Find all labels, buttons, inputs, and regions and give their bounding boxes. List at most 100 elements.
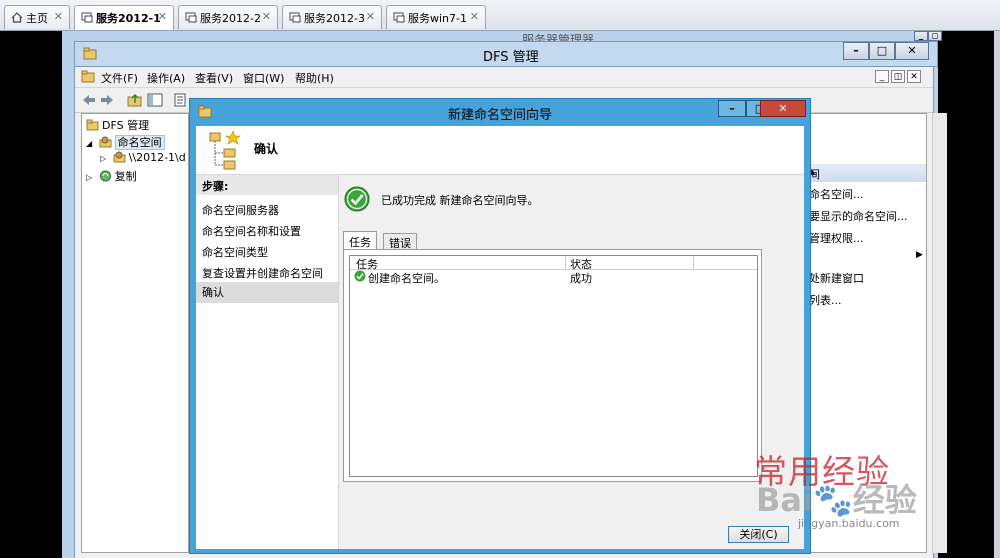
collapse-arrow-icon[interactable]: ▷ bbox=[100, 154, 106, 163]
show-hide-tree-icon[interactable] bbox=[147, 92, 163, 108]
tab-label: 服务win7-1 bbox=[408, 12, 467, 25]
collapse-up-icon[interactable]: ▲ bbox=[809, 167, 922, 176]
tree-label: 复制 bbox=[114, 170, 137, 183]
wizard-steps-pane: 步骤: 命名空间服务器 命名空间名称和设置 命名空间类型 复查设置并创建命名空间… bbox=[196, 175, 339, 549]
namespace-root-icon bbox=[113, 151, 126, 163]
menu-window[interactable]: 窗口(W) bbox=[243, 70, 284, 86]
remote-desktop-icon bbox=[289, 12, 301, 23]
namespace-icon bbox=[99, 136, 112, 148]
mdi-minimize-button[interactable]: _ bbox=[875, 70, 889, 83]
dfs-title-bar[interactable]: DFS 管理 – □ ✕ bbox=[74, 41, 938, 67]
success-message: 已成功完成 新建命名空间向导。 bbox=[381, 194, 539, 207]
browser-scrollbar[interactable] bbox=[994, 31, 1000, 558]
remote-desktop-icon bbox=[81, 12, 93, 23]
maximize-button[interactable]: □ bbox=[869, 42, 895, 60]
action-new-window[interactable]: 处新建窗口 bbox=[809, 270, 864, 286]
tree-item-namespaces[interactable]: ◢ 命名空间 bbox=[86, 134, 165, 150]
wizard-close-button[interactable]: ✕ bbox=[760, 100, 806, 117]
menu-bar: 文件(F) 操作(A) 查看(V) 窗口(W) 帮助(H) _ ◫ ✕ bbox=[75, 67, 933, 87]
table-row[interactable]: 创建命名空间。 成功 bbox=[350, 270, 757, 285]
step-namespace-server[interactable]: 命名空间服务器 bbox=[202, 202, 279, 218]
tab-label: 服务2012-3 bbox=[304, 12, 365, 25]
namespace-tree-icon bbox=[206, 129, 242, 171]
action-add-namespace-to-display[interactable]: 要显示的命名空间... bbox=[809, 208, 908, 224]
action-new-namespace[interactable]: 命名空间... bbox=[809, 186, 864, 202]
mdi-close-button[interactable]: ✕ bbox=[907, 70, 921, 83]
tab-close-icon[interactable]: ✕ bbox=[366, 10, 375, 23]
mmc-icon bbox=[81, 70, 95, 86]
dfs-window-title: DFS 管理 bbox=[483, 50, 539, 65]
remote-desktop-icon bbox=[185, 12, 197, 23]
menu-help[interactable]: 帮助(H) bbox=[295, 70, 334, 86]
tree-label: \\2012-1\d bbox=[128, 151, 186, 164]
bg-minimize-button[interactable]: _ bbox=[914, 31, 928, 41]
wizard-title: 新建命名空间向导 bbox=[448, 108, 553, 123]
menu-action[interactable]: 操作(A) bbox=[147, 70, 185, 86]
new-namespace-wizard: 新建命名空间向导 – □ ✕ 确认 步骤: 命名空间服务器 命名空间名称和设置 … bbox=[189, 98, 811, 554]
tab-close-icon[interactable]: ✕ bbox=[262, 10, 271, 23]
tab-server-win7-1[interactable]: 服务win7-1 ✕ bbox=[386, 5, 486, 29]
tasks-list: 任务 状态 创建命名空间。 成功 bbox=[349, 255, 758, 477]
column-separator[interactable] bbox=[693, 256, 694, 269]
tab-tasks[interactable]: 任务 bbox=[343, 231, 377, 249]
tab-label: 服务2012-1 bbox=[96, 12, 161, 25]
actions-header[interactable]: 间 ▲ bbox=[808, 164, 926, 182]
task-cell: 创建命名空间。 bbox=[368, 272, 445, 285]
tab-server-2012-1[interactable]: 服务2012-1 ✕ bbox=[74, 5, 174, 30]
wizard-header: 确认 bbox=[196, 126, 804, 175]
tree-label: DFS 管理 bbox=[102, 119, 150, 132]
menu-view[interactable]: 查看(V) bbox=[195, 70, 233, 86]
bg-restore-button[interactable]: ◻ bbox=[928, 31, 942, 41]
steps-header: 步骤: bbox=[196, 175, 338, 195]
step-review-create[interactable]: 复查设置并创建命名空间 bbox=[202, 265, 323, 281]
export-list-icon[interactable] bbox=[173, 92, 189, 108]
dfs-app-icon bbox=[83, 47, 97, 60]
tree-label: 命名空间 bbox=[114, 135, 165, 150]
home-icon bbox=[11, 12, 23, 23]
tab-label: 主页 bbox=[26, 12, 48, 25]
tab-home[interactable]: 主页 ✕ bbox=[4, 5, 70, 29]
step-namespace-type[interactable]: 命名空间类型 bbox=[202, 244, 268, 260]
tab-close-icon[interactable]: ✕ bbox=[54, 10, 63, 23]
tab-errors[interactable]: 错误 bbox=[383, 233, 417, 250]
remote-letterbox-left bbox=[0, 31, 62, 558]
tab-server-2012-2[interactable]: 服务2012-2 ✕ bbox=[178, 5, 278, 29]
column-separator[interactable] bbox=[565, 256, 566, 269]
tab-label: 服务2012-2 bbox=[200, 12, 261, 25]
remote-desktop-icon bbox=[393, 12, 405, 23]
wizard-client-area: 确认 步骤: 命名空间服务器 命名空间名称和设置 命名空间类型 复查设置并创建命… bbox=[196, 126, 804, 549]
minimize-button[interactable]: – bbox=[843, 42, 869, 60]
tab-close-icon[interactable]: ✕ bbox=[470, 10, 479, 23]
close-button[interactable]: ✕ bbox=[895, 42, 929, 60]
wizard-minimize-button[interactable]: – bbox=[718, 100, 746, 117]
step-confirmation[interactable]: 确认 bbox=[196, 282, 338, 303]
tab-close-icon[interactable]: ✕ bbox=[158, 10, 167, 23]
action-delegate-permissions[interactable]: 管理权限... bbox=[809, 230, 864, 246]
step-namespace-name-settings[interactable]: 命名空间名称和设置 bbox=[202, 223, 301, 239]
forward-arrow-icon[interactable] bbox=[99, 92, 115, 108]
up-folder-icon[interactable] bbox=[127, 92, 143, 108]
watermark-brand-latin: Bai bbox=[756, 481, 813, 519]
tree-item-dfs-management[interactable]: DFS 管理 bbox=[86, 117, 149, 133]
action-export-list[interactable]: 列表... bbox=[809, 292, 842, 308]
steps-header-label: 步骤: bbox=[202, 180, 229, 193]
status-cell: 成功 bbox=[570, 272, 592, 285]
back-arrow-icon[interactable] bbox=[81, 92, 97, 108]
wizard-app-icon bbox=[198, 105, 212, 118]
remote-letterbox-right bbox=[938, 31, 1000, 558]
watermark-brand: Bai🐾经验 bbox=[756, 481, 917, 519]
replication-icon bbox=[99, 170, 112, 182]
console-tree: DFS 管理 ◢ 命名空间 ▷ \\2012-1\d ▷ 复制 bbox=[81, 113, 189, 553]
watermark: 常用经验 Bai🐾经验 jingyan.baidu.com bbox=[748, 445, 938, 540]
collapse-arrow-icon[interactable]: ▷ bbox=[86, 173, 92, 182]
watermark-url: jingyan.baidu.com bbox=[798, 517, 900, 530]
submenu-arrow-icon[interactable]: ▶ bbox=[916, 250, 923, 260]
tree-item-namespace-path[interactable]: ▷ \\2012-1\d bbox=[100, 151, 186, 164]
dfs-folder-icon bbox=[86, 119, 99, 131]
expand-arrow-icon[interactable]: ◢ bbox=[86, 139, 92, 148]
menu-file[interactable]: 文件(F) bbox=[101, 70, 138, 86]
tab-server-2012-3[interactable]: 服务2012-3 ✕ bbox=[282, 5, 382, 29]
browser-tab-strip: 主页 ✕ 服务2012-1 ✕ 服务2012-2 ✕ 服务2012-3 ✕ 服务… bbox=[0, 0, 1000, 31]
mdi-restore-button[interactable]: ◫ bbox=[891, 70, 905, 83]
tree-item-replication[interactable]: ▷ 复制 bbox=[86, 168, 137, 184]
